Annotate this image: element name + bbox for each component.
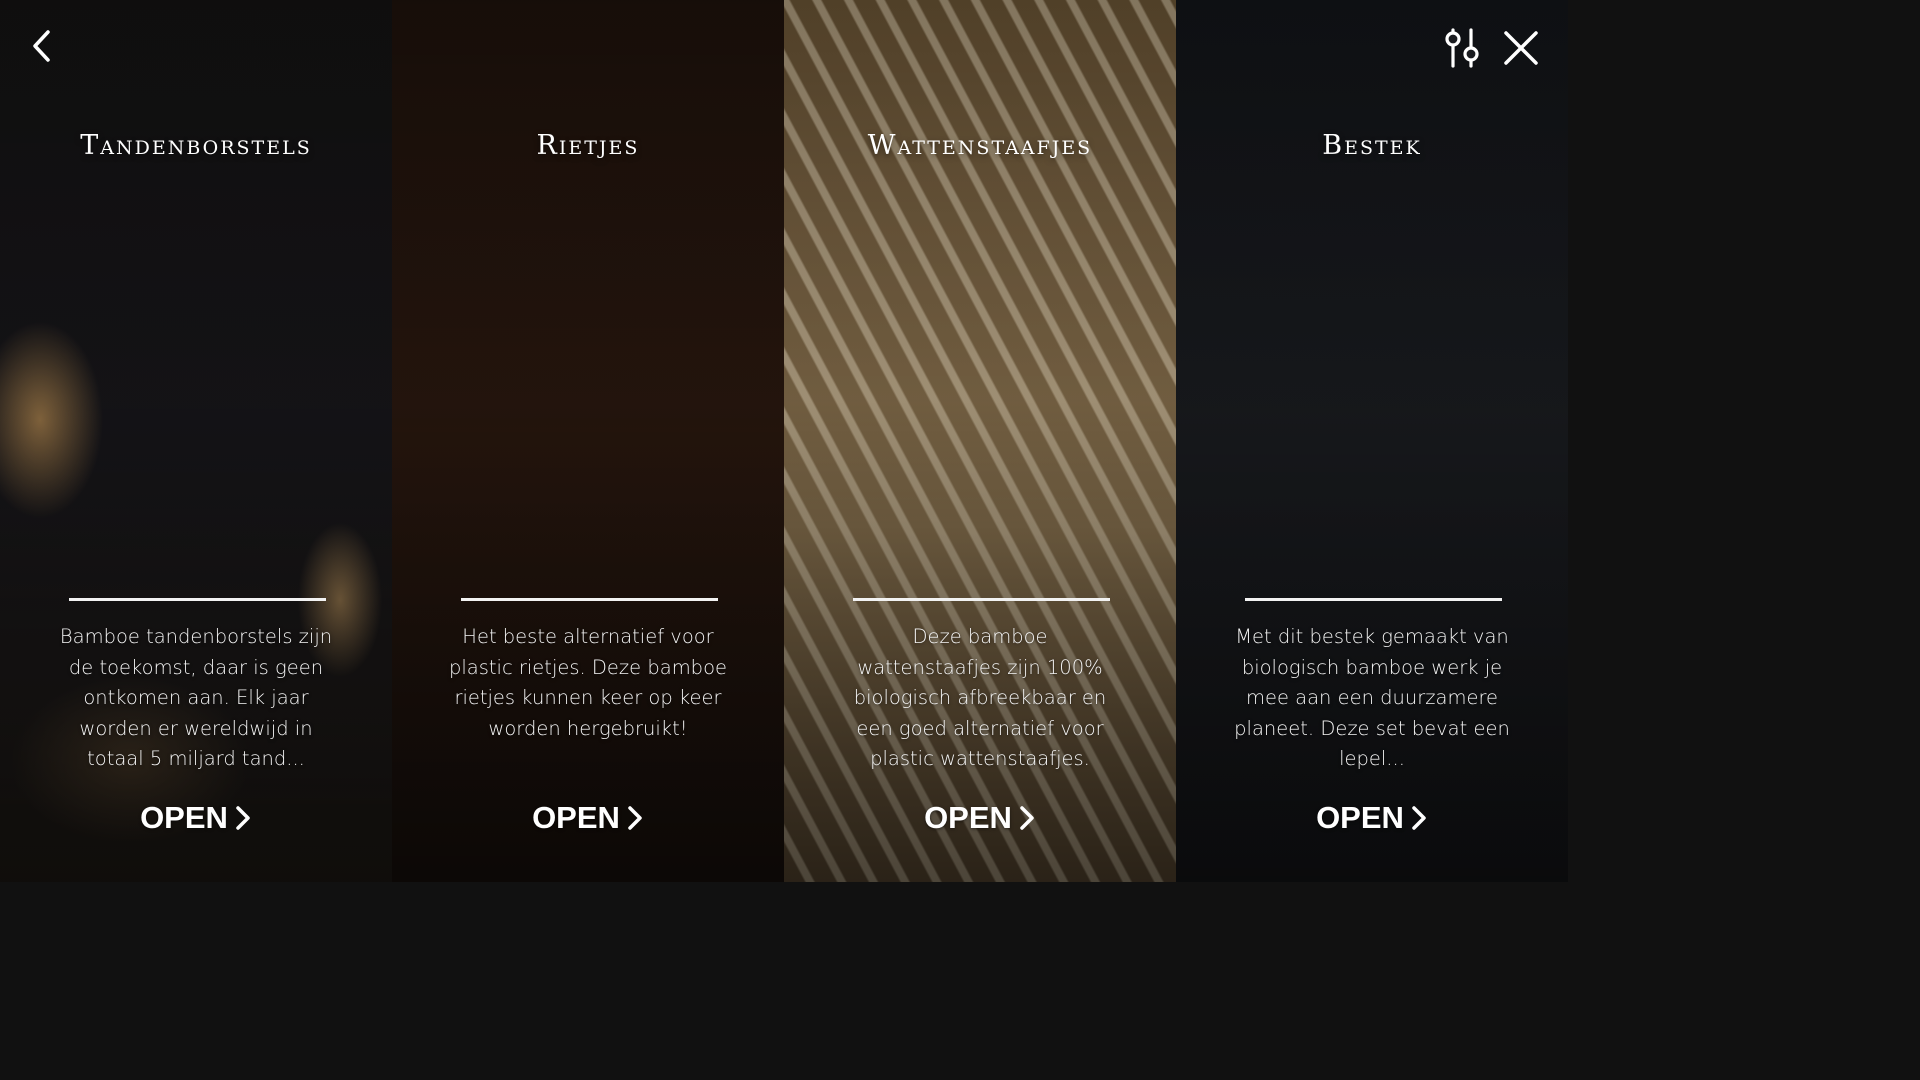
category-carousel: Tandenborstels Bamboe tandenborstels zij… bbox=[0, 0, 1568, 882]
divider-line bbox=[69, 598, 326, 601]
close-icon[interactable] bbox=[1502, 30, 1540, 66]
chevron-right-icon bbox=[1412, 806, 1426, 830]
divider-line bbox=[1245, 598, 1502, 601]
open-button-label: OPEN bbox=[532, 800, 620, 835]
open-button-label: OPEN bbox=[140, 800, 228, 835]
category-description: Bamboe tandenborstels zijn de toekomst, … bbox=[59, 625, 333, 770]
category-card-tandenborstels[interactable]: Tandenborstels Bamboe tandenborstels zij… bbox=[0, 0, 392, 882]
category-description: Deze bamboe wattenstaafjes zijn 100% bio… bbox=[853, 625, 1107, 770]
sliders-icon[interactable] bbox=[1442, 28, 1482, 68]
category-card-rietjes[interactable]: Rietjes Het beste alternatief voor plast… bbox=[392, 0, 784, 882]
category-title: Tandenborstels bbox=[80, 130, 312, 161]
chevron-right-icon bbox=[236, 806, 250, 830]
chevron-left-icon[interactable] bbox=[26, 28, 56, 64]
open-button[interactable]: OPEN bbox=[1176, 800, 1568, 836]
category-title: Bestek bbox=[1322, 130, 1422, 161]
divider-line bbox=[461, 598, 718, 601]
open-button-label: OPEN bbox=[924, 800, 1012, 835]
category-card-wattenstaafjes[interactable]: Wattenstaafjes Deze bamboe wattenstaafje… bbox=[784, 0, 1176, 882]
category-description: Het beste alternatief voor plastic rietj… bbox=[448, 625, 727, 740]
open-button-label: OPEN bbox=[1316, 800, 1404, 835]
open-button[interactable]: OPEN bbox=[0, 800, 392, 836]
category-card-bestek[interactable]: Bestek Met dit bestek gemaakt van biolog… bbox=[1176, 0, 1568, 882]
category-title: Rietjes bbox=[536, 130, 640, 161]
open-button[interactable]: OPEN bbox=[392, 800, 784, 836]
category-description: Met dit bestek gemaakt van biologisch ba… bbox=[1234, 625, 1510, 770]
open-button[interactable]: OPEN bbox=[784, 800, 1176, 836]
divider-line bbox=[853, 598, 1110, 601]
chevron-right-icon bbox=[628, 806, 642, 830]
chevron-right-icon bbox=[1020, 806, 1034, 830]
category-title: Wattenstaafjes bbox=[867, 130, 1093, 161]
